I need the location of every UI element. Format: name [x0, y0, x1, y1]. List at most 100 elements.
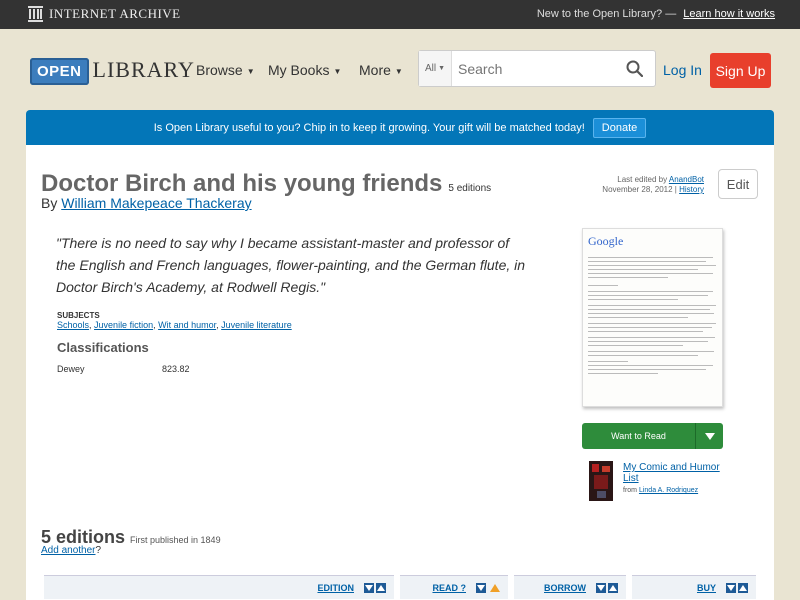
signup-button[interactable]: Sign Up: [710, 53, 771, 88]
subjects-heading: SUBJECTS: [57, 311, 100, 320]
sort-down-icon[interactable]: [364, 582, 374, 593]
new-user-prompt: New to the Open Library? — Learn how it …: [537, 8, 775, 20]
borrow-sort-link[interactable]: BORROW: [544, 583, 586, 593]
book-cover[interactable]: Google: [582, 228, 723, 407]
search-input[interactable]: [452, 60, 612, 77]
open-library-logo[interactable]: OPEN LIBRARY: [30, 49, 195, 89]
edit-button[interactable]: Edit: [718, 169, 758, 199]
chevron-down-icon: ▼: [246, 66, 255, 76]
cover-text-line: [588, 257, 713, 258]
sort-down-icon[interactable]: [726, 582, 736, 593]
donate-banner: Is Open Library useful to you? Chip in t…: [26, 110, 774, 145]
login-link[interactable]: Log In: [663, 62, 702, 78]
subject-link[interactable]: Juvenile literature: [221, 320, 292, 330]
subject-link[interactable]: Juvenile fiction: [94, 320, 153, 330]
editions-heading: 5 editions: [41, 527, 126, 547]
dewey-value: 823.82: [162, 364, 190, 374]
nav-browse[interactable]: Browse ▼: [196, 62, 255, 78]
list-from-label: from: [623, 487, 637, 494]
add-another-row: Add another?: [41, 545, 101, 556]
list-title: My Comic and Humor List: [623, 462, 723, 484]
list-thumbnail[interactable]: [589, 461, 613, 501]
column-header-read: READ ?: [400, 575, 508, 599]
search-scope-select[interactable]: All ▼: [419, 51, 452, 86]
read-column-label: READ: [432, 582, 458, 593]
cover-text-line: [588, 351, 714, 352]
sort-up-icon[interactable]: [738, 582, 748, 593]
learn-how-link[interactable]: Learn how it works: [683, 8, 775, 20]
chevron-down-icon: ▼: [333, 66, 342, 76]
list-owner: from Linda A. Rodriquez: [623, 487, 698, 494]
search-icon[interactable]: [626, 60, 643, 77]
list-title-link[interactable]: My Comic and Humor List: [623, 462, 720, 484]
add-another-link[interactable]: Add another: [41, 545, 96, 556]
comic-cover-image: [589, 461, 613, 501]
buy-sort-link[interactable]: BUY: [697, 583, 716, 593]
want-to-read-dropdown[interactable]: [696, 423, 723, 449]
nav-my-books[interactable]: My Books ▼: [268, 62, 341, 78]
internet-archive-label: INTERNET ARCHIVE: [49, 6, 181, 21]
cover-text-line: [588, 309, 710, 310]
by-label: By: [41, 195, 58, 211]
classifications-heading: Classifications: [57, 340, 149, 355]
search-scope-label: All: [424, 63, 437, 74]
subject-link[interactable]: Wit and humor: [158, 320, 216, 330]
cover-text-line: [588, 291, 713, 292]
donate-message: Is Open Library useful to you? Chip in t…: [153, 121, 585, 134]
question-mark-icon: ?: [460, 582, 467, 593]
cover-text-line: [588, 261, 706, 262]
dewey-label: Dewey: [57, 364, 85, 374]
sort-down-icon[interactable]: [476, 582, 486, 593]
search-box: All ▼: [418, 50, 656, 87]
internet-archive-logo[interactable]: INTERNET ARCHIVE: [28, 6, 181, 22]
new-user-text: New to the Open Library? —: [536, 8, 677, 20]
donate-button[interactable]: Donate: [592, 117, 647, 138]
book-title: Doctor Birch and his young friends: [41, 170, 443, 197]
first-sentence-quote: "There is no need to say why I became as…: [56, 235, 526, 295]
sort-up-active-icon[interactable]: [490, 583, 500, 592]
cover-text-line: [588, 305, 716, 306]
author-link[interactable]: William Makepeace Thackeray: [61, 195, 251, 211]
subjects-list: Schools, Juvenile fiction, Wit and humor…: [57, 320, 292, 330]
last-edited-user-link[interactable]: AnandBot: [669, 175, 704, 184]
last-edited-date: November 28, 2012 |: [602, 185, 677, 194]
cover-text-line: [588, 265, 716, 266]
chevron-down-icon: [704, 432, 715, 440]
history-link[interactable]: History: [679, 185, 704, 194]
want-to-read-label[interactable]: Want to Read: [582, 423, 696, 449]
add-another-suffix: ?: [95, 545, 102, 556]
cover-text-line: [588, 317, 688, 318]
nav-more[interactable]: More ▼: [359, 62, 403, 78]
nav-more-label: More: [359, 62, 391, 78]
nav-my-books-label: My Books: [268, 62, 330, 78]
site-header: OPEN LIBRARY Browse ▼ My Books ▼ More ▼ All…: [0, 29, 800, 109]
book-title-row: Doctor Birch and his young friends 5 edit…: [41, 170, 491, 198]
internet-archive-bar: INTERNET ARCHIVE New to the Open Library…: [0, 0, 800, 29]
list-owner-link[interactable]: Linda A. Rodriquez: [639, 487, 698, 494]
cover-text-line: [588, 369, 706, 370]
subject-link[interactable]: Schools: [57, 320, 89, 330]
want-to-read-button[interactable]: Want to Read: [582, 423, 723, 449]
cover-text-line: [588, 337, 715, 338]
cover-text-line: [588, 277, 668, 278]
sort-up-icon[interactable]: [376, 582, 386, 593]
sort-down-icon[interactable]: [596, 582, 606, 593]
last-edited-label: Last edited by: [617, 175, 668, 184]
cover-text-line: [588, 313, 714, 314]
cover-text-line: [588, 361, 628, 362]
google-cover-text: Google: [588, 234, 624, 248]
edition-sort-link[interactable]: EDITION: [317, 583, 354, 593]
cover-text-line: [588, 373, 658, 374]
chevron-down-icon: ▼: [438, 65, 446, 72]
cover-text-line: [588, 327, 712, 328]
book-page: Doctor Birch and his young friends 5 edit…: [26, 145, 774, 600]
sort-up-icon[interactable]: [608, 582, 618, 593]
cover-text-line: [588, 341, 708, 342]
column-header-buy: BUY: [632, 575, 756, 599]
column-header-borrow: BORROW: [514, 575, 626, 599]
cover-text-line: [588, 273, 713, 274]
cover-text-line: [588, 345, 683, 346]
archive-building-icon: [28, 6, 43, 22]
read-sort-link[interactable]: READ ?: [432, 583, 466, 593]
cover-text-line: [588, 285, 618, 286]
